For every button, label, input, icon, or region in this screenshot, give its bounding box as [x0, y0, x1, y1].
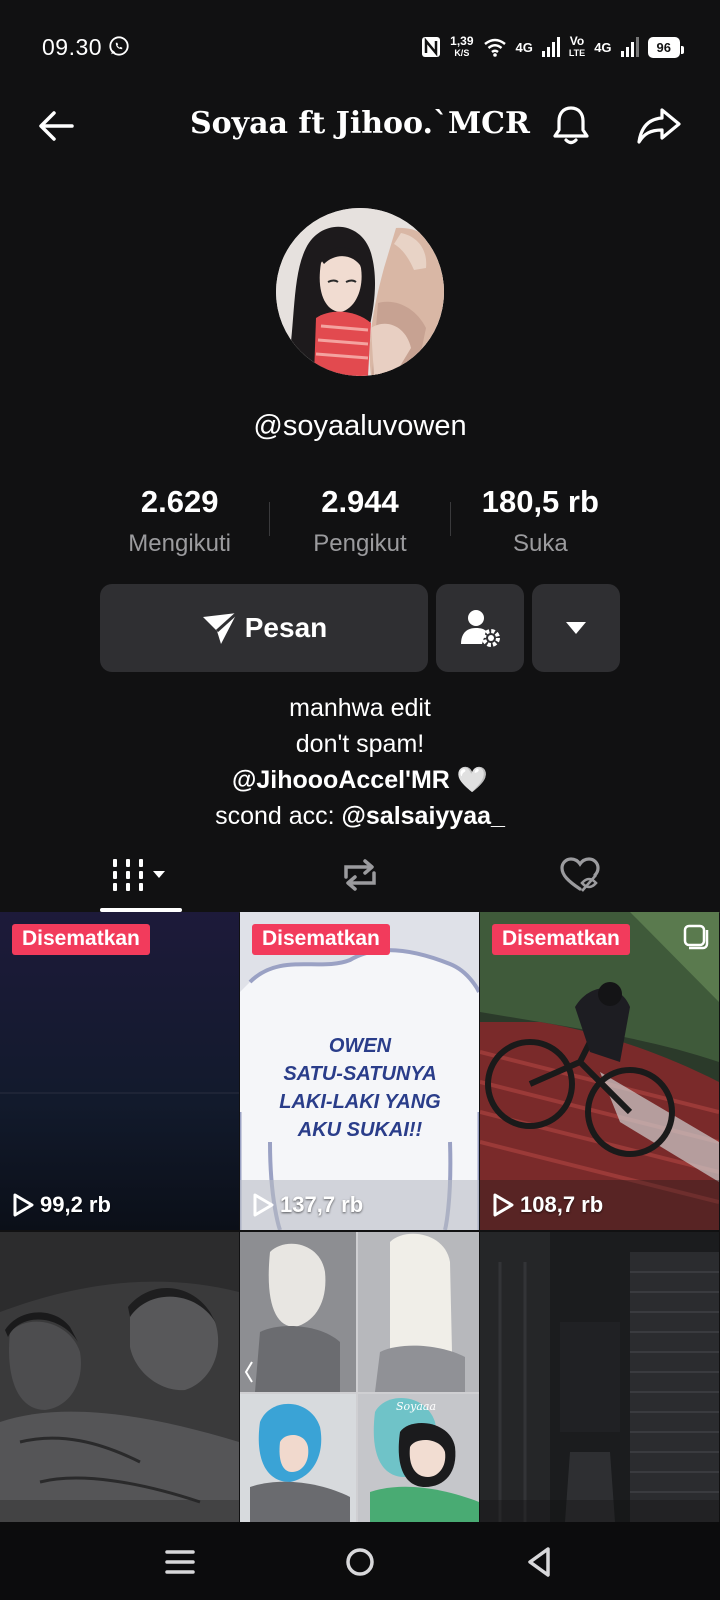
net-speed: 1,39 K/S	[450, 34, 474, 58]
art-text-line-4: AKU SUKAI!!	[297, 1119, 423, 1141]
view-count: 137,7 rb	[252, 1192, 363, 1218]
video-tile-6[interactable]	[480, 1232, 719, 1522]
top-navigation: Soyaa ft Jihoo.`MCR	[0, 96, 720, 156]
more-options-button[interactable]	[532, 584, 620, 672]
video-tile-4[interactable]	[0, 1232, 239, 1522]
repost-icon	[344, 859, 376, 891]
profile-avatar[interactable]	[276, 208, 444, 376]
video-tile-1[interactable]: Disematkan 99,2 rb	[0, 912, 239, 1230]
share-arrow-icon[interactable]	[634, 102, 684, 148]
likes-count: 180,5 rb	[481, 484, 599, 519]
art-text-line-3: LAKI-LAKI YANG	[279, 1091, 440, 1113]
bio-line-4: scond acc: @salsaiyyaa_	[0, 798, 720, 834]
video-tile-5[interactable]: Soyaaa	[240, 1232, 479, 1522]
bell-icon[interactable]	[548, 102, 594, 148]
system-navigation-bar	[0, 1522, 720, 1600]
followers-stat[interactable]: 2.944 Pengikut	[270, 480, 449, 560]
video-grid: Disematkan 99,2 rb OWEN SATU-SATUNYA LAK…	[0, 912, 720, 1522]
network-type-2: 4G	[594, 39, 612, 55]
view-count: 99,2 rb	[12, 1192, 111, 1218]
pinned-badge: Disematkan	[252, 924, 390, 955]
video-thumbnail	[0, 1232, 239, 1522]
following-stat[interactable]: 2.629 Mengikuti	[90, 480, 269, 560]
send-icon	[202, 611, 238, 644]
video-tile-3[interactable]: Disematkan 108,7 rb	[480, 912, 719, 1230]
user-settings-icon	[461, 610, 500, 647]
video-thumbnail	[480, 1232, 719, 1522]
profile-stats: 2.629 Mengikuti 2.944 Pengikut 180,5 rb …	[90, 480, 630, 560]
tab-videos[interactable]	[100, 842, 182, 908]
multi-image-icon	[683, 924, 709, 950]
following-count: 2.629	[140, 484, 219, 519]
pinned-badge: Disematkan	[12, 924, 150, 955]
bio-line-3: @JihoooAccel'MR 🤍	[0, 762, 720, 798]
tab-liked-private[interactable]	[540, 842, 620, 908]
whatsapp-icon	[109, 36, 129, 56]
signal-icon-1	[541, 37, 560, 57]
message-button[interactable]: Pesan	[100, 584, 428, 672]
followers-label: Pengikut	[313, 530, 407, 557]
likes-label: Suka	[512, 530, 568, 557]
hidden-heart-icon	[560, 857, 600, 892]
home-circle-icon[interactable]	[338, 1540, 382, 1584]
pinned-badge: Disematkan	[492, 924, 630, 955]
page-title: Soyaa ft Jihoo.`MCR	[190, 106, 530, 141]
caret-down-icon	[566, 622, 586, 634]
white-heart-emoji: 🤍	[456, 766, 488, 794]
friend-settings-button[interactable]	[436, 584, 524, 672]
battery-indicator: 96	[647, 36, 685, 58]
followers-count: 2.944	[321, 484, 399, 519]
avatar-image	[276, 208, 444, 376]
bio-second-account-link[interactable]: @salsaiyyaa_	[342, 802, 505, 830]
message-button-label: Pesan	[244, 612, 328, 643]
status-icons: 1,39 K/S 4G Vo LTE 4G 96	[421, 32, 685, 62]
art-text-line-2: SATU-SATUNYA	[283, 1063, 436, 1085]
play-icon	[493, 1193, 514, 1217]
status-time: 09.30	[42, 34, 103, 60]
view-count: 108,7 rb	[492, 1192, 603, 1218]
bio-second-account-label: scond acc:	[215, 802, 342, 830]
likes-stat[interactable]: 180,5 rb Suka	[451, 480, 630, 560]
volte-indicator: Vo LTE	[568, 34, 586, 58]
back-triangle-icon[interactable]	[518, 1540, 562, 1584]
wifi-icon	[483, 38, 506, 57]
bio-line-1: manhwa edit	[289, 694, 431, 722]
video-thumbnail: Soyaaa	[240, 1232, 479, 1522]
video-thumbnail: OWEN SATU-SATUNYA LAKI-LAKI YANG AKU SUK…	[240, 912, 479, 1230]
video-watermark: Soyaaa	[396, 1400, 436, 1413]
tab-reposts[interactable]	[320, 842, 400, 908]
video-thumbnail	[0, 912, 239, 1230]
video-tile-2[interactable]: OWEN SATU-SATUNYA LAKI-LAKI YANG AKU SUK…	[240, 912, 479, 1230]
video-thumbnail	[480, 912, 719, 1230]
status-bar: 09.30 1,39 K/S 4G Vo LTE 4G 96	[0, 0, 720, 96]
network-type-1: 4G	[515, 39, 533, 55]
play-icon	[13, 1193, 34, 1217]
bio-mention-link[interactable]: @JihoooAccel'MR	[232, 766, 450, 794]
username: @soyaaluvowen	[253, 410, 467, 442]
play-icon	[253, 1193, 274, 1217]
content-tabs	[0, 842, 720, 913]
bio-line-2: don't spam!	[295, 730, 425, 758]
recent-apps-icon[interactable]	[158, 1540, 202, 1584]
profile-bio: manhwa edit don't spam! @JihoooAccel'MR …	[0, 690, 720, 834]
grid-view-icon	[113, 859, 165, 891]
nfc-icon	[422, 37, 441, 57]
signal-icon-2	[620, 37, 639, 57]
art-text-line-1: OWEN	[329, 1035, 392, 1057]
following-label: Mengikuti	[128, 530, 232, 557]
